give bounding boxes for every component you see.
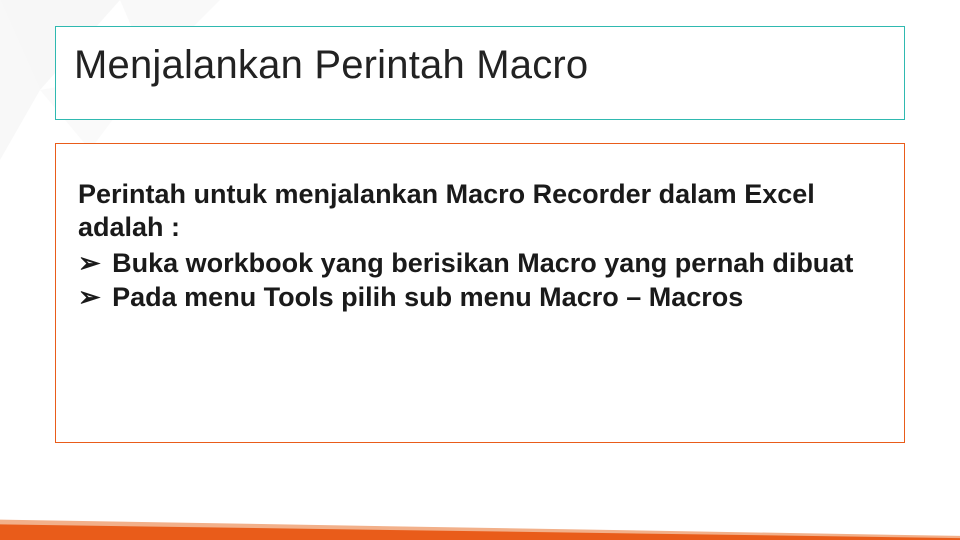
slide-title: Menjalankan Perintah Macro [74, 43, 886, 88]
bullet-item: ➢ Pada menu Tools pilih sub menu Macro –… [78, 280, 882, 315]
chevron-bullet-icon: ➢ [78, 246, 101, 281]
intro-text: Perintah untuk menjalankan Macro Recorde… [78, 178, 882, 244]
title-box: Menjalankan Perintah Macro [55, 26, 905, 120]
footer-accent-bar [0, 506, 960, 540]
bullet-item: ➢ Buka workbook yang berisikan Macro yan… [78, 246, 882, 281]
bullet-text: Buka workbook yang berisikan Macro yang … [112, 248, 853, 278]
content-box: Perintah untuk menjalankan Macro Recorde… [55, 143, 905, 443]
chevron-bullet-icon: ➢ [78, 280, 101, 315]
bullet-text: Pada menu Tools pilih sub menu Macro – M… [112, 282, 743, 312]
